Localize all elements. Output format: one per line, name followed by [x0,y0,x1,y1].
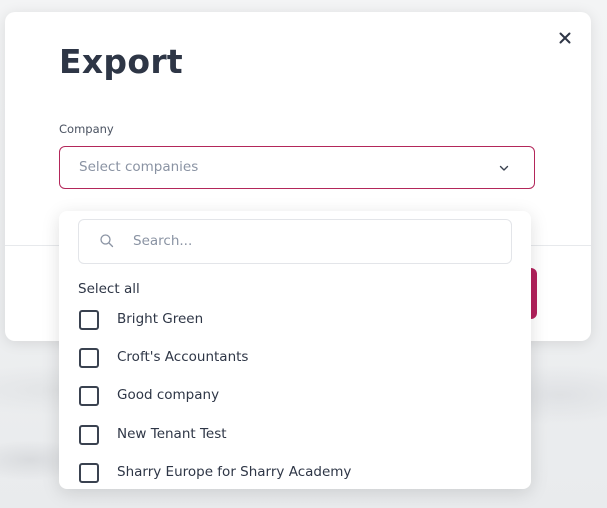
option-sharry-europe[interactable]: Sharry Europe for Sharry Academy [79,463,499,489]
search-box [78,219,512,264]
company-label: Company [59,122,114,136]
option-label: Sharry Europe for Sharry Academy [117,464,352,480]
option-label: Good company [117,387,220,403]
option-good-company[interactable]: Good company [79,386,499,412]
option-bright-green[interactable]: Bright Green [79,310,499,336]
close-button[interactable] [555,28,575,48]
select-all-option[interactable]: Select all [78,281,140,297]
checkbox[interactable] [79,425,99,445]
checkbox[interactable] [79,348,99,368]
close-icon [559,32,571,44]
option-label: Bright Green [117,311,204,327]
chevron-down-icon [499,165,509,171]
company-select[interactable]: Select companies [59,146,535,189]
option-label: Croft's Accountants [117,349,249,365]
search-icon [100,234,114,248]
company-dropdown: Select all Bright Green Croft's Accounta… [59,211,531,489]
search-input[interactable] [133,231,493,251]
company-select-placeholder: Select companies [79,159,199,175]
checkbox[interactable] [79,310,99,330]
option-label: New Tenant Test [117,426,227,442]
option-new-tenant-test[interactable]: New Tenant Test [79,425,499,451]
dialog-title: Export [59,42,183,81]
option-crofts-accountants[interactable]: Croft's Accountants [79,348,499,374]
checkbox[interactable] [79,463,99,483]
checkbox[interactable] [79,386,99,406]
